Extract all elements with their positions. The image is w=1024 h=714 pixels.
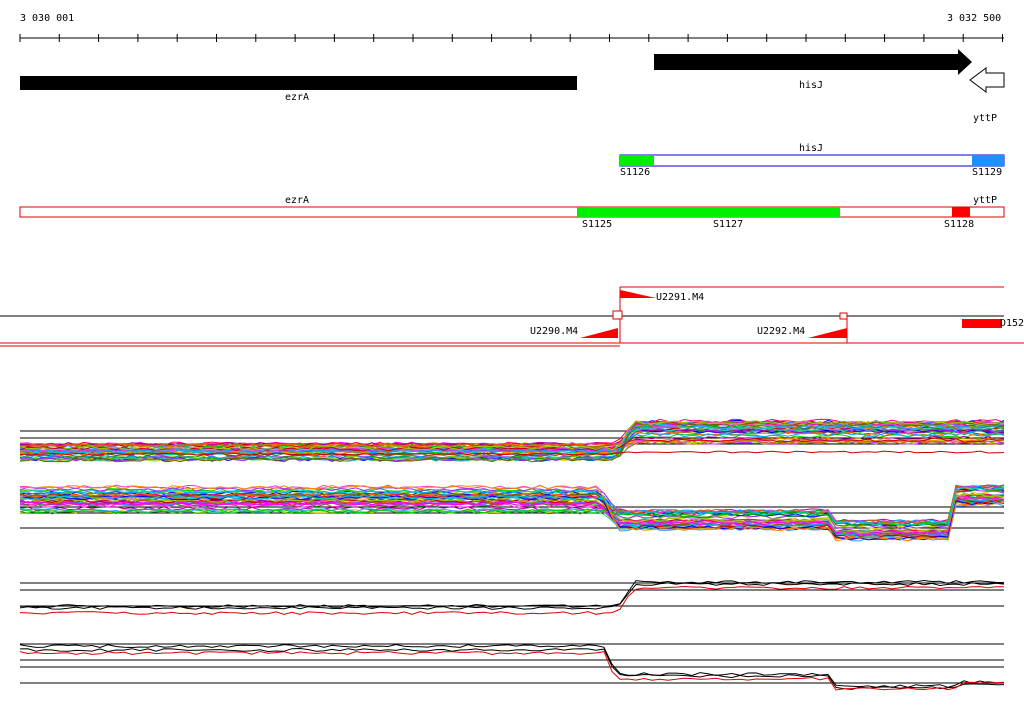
gene-ezrA-label: ezrA xyxy=(285,92,310,103)
probe-U2292-marker[interactable] xyxy=(808,328,847,338)
gene-yttP-arrow[interactable] xyxy=(969,67,1005,93)
segment-S1128-bar[interactable] xyxy=(952,207,970,217)
expression-panel-3 xyxy=(19,579,1005,615)
segment-S1128-label: S1128 xyxy=(944,219,975,230)
probe-U2291-marker[interactable] xyxy=(620,290,656,298)
probe-track xyxy=(0,286,1024,347)
segment-S1127-label: S1127 xyxy=(713,219,744,230)
segment-S1126-bar[interactable] xyxy=(620,155,654,166)
expression-profile xyxy=(19,579,1005,608)
probe-U2291-label: U2291.M4 xyxy=(656,292,705,303)
transcript-hisJ-outline[interactable] xyxy=(619,154,1005,167)
expression-profile xyxy=(19,585,1005,615)
segment-S1129-bar[interactable] xyxy=(972,155,1004,166)
expression-profile xyxy=(19,582,1005,610)
genome-browser-canvas xyxy=(0,34,1024,691)
segment-S1125-label: S1125 xyxy=(582,219,613,230)
gene-hisJ-label: hisJ xyxy=(799,80,824,91)
expression-panel-2 xyxy=(19,484,1005,542)
segment-S1126-label: S1126 xyxy=(620,167,651,178)
probe-U2292-label: U2292.M4 xyxy=(757,326,806,337)
ruler-axis xyxy=(19,34,1004,42)
probe-U2290-marker[interactable] xyxy=(580,328,618,338)
transcript-yttP-label: yttP xyxy=(973,195,998,206)
probe-U2290-label: U2290.M4 xyxy=(530,326,579,337)
expression-panel-4 xyxy=(19,643,1005,691)
expression-profile xyxy=(19,643,1005,689)
gene-yttP-label: yttP xyxy=(973,113,998,124)
transcript-ezrA-outline[interactable] xyxy=(19,206,1005,218)
gene-hisJ-arrow[interactable] xyxy=(654,49,972,75)
transcript-ezrA-label: ezrA xyxy=(285,195,310,206)
expression-profile xyxy=(19,650,1005,691)
gene-ezrA-bar[interactable] xyxy=(20,76,577,90)
segment-S1129-label: S1129 xyxy=(972,167,1003,178)
expression-panel-1 xyxy=(19,418,1005,463)
segment-S1127-bar[interactable] xyxy=(577,207,840,217)
probe-D152-label: D152 xyxy=(1000,318,1024,329)
transcript-hisJ-label: hisJ xyxy=(799,143,824,154)
probe-D152-bar[interactable] xyxy=(962,319,1002,328)
